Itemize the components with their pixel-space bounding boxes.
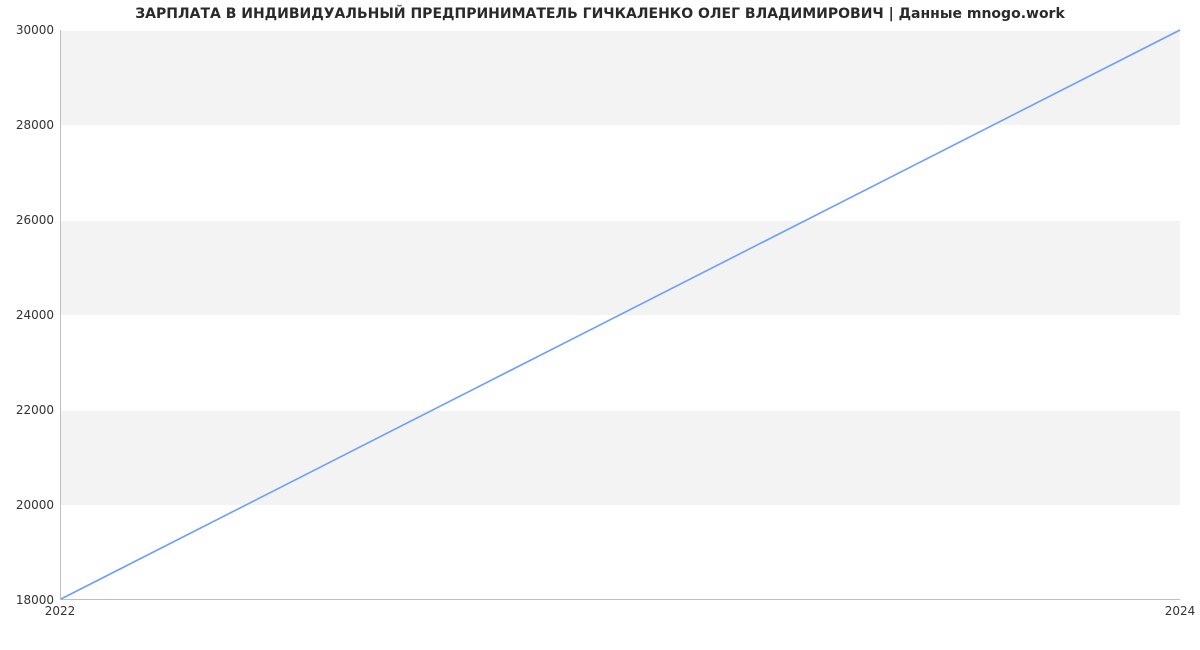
salary-chart: ЗАРПЛАТА В ИНДИВИДУАЛЬНЫЙ ПРЕДПРИНИМАТЕЛ… xyxy=(0,0,1200,650)
y-tick-label: 30000 xyxy=(4,23,54,37)
y-tick-label: 22000 xyxy=(4,403,54,417)
x-tick-label: 2022 xyxy=(45,604,76,618)
line-series xyxy=(61,30,1180,599)
y-tick-label: 26000 xyxy=(4,213,54,227)
y-tick-label: 28000 xyxy=(4,118,54,132)
chart-title: ЗАРПЛАТА В ИНДИВИДУАЛЬНЫЙ ПРЕДПРИНИМАТЕЛ… xyxy=(0,6,1200,22)
plot-area xyxy=(60,30,1180,600)
y-tick-label: 20000 xyxy=(4,498,54,512)
x-tick-label: 2024 xyxy=(1165,604,1196,618)
y-tick-label: 24000 xyxy=(4,308,54,322)
